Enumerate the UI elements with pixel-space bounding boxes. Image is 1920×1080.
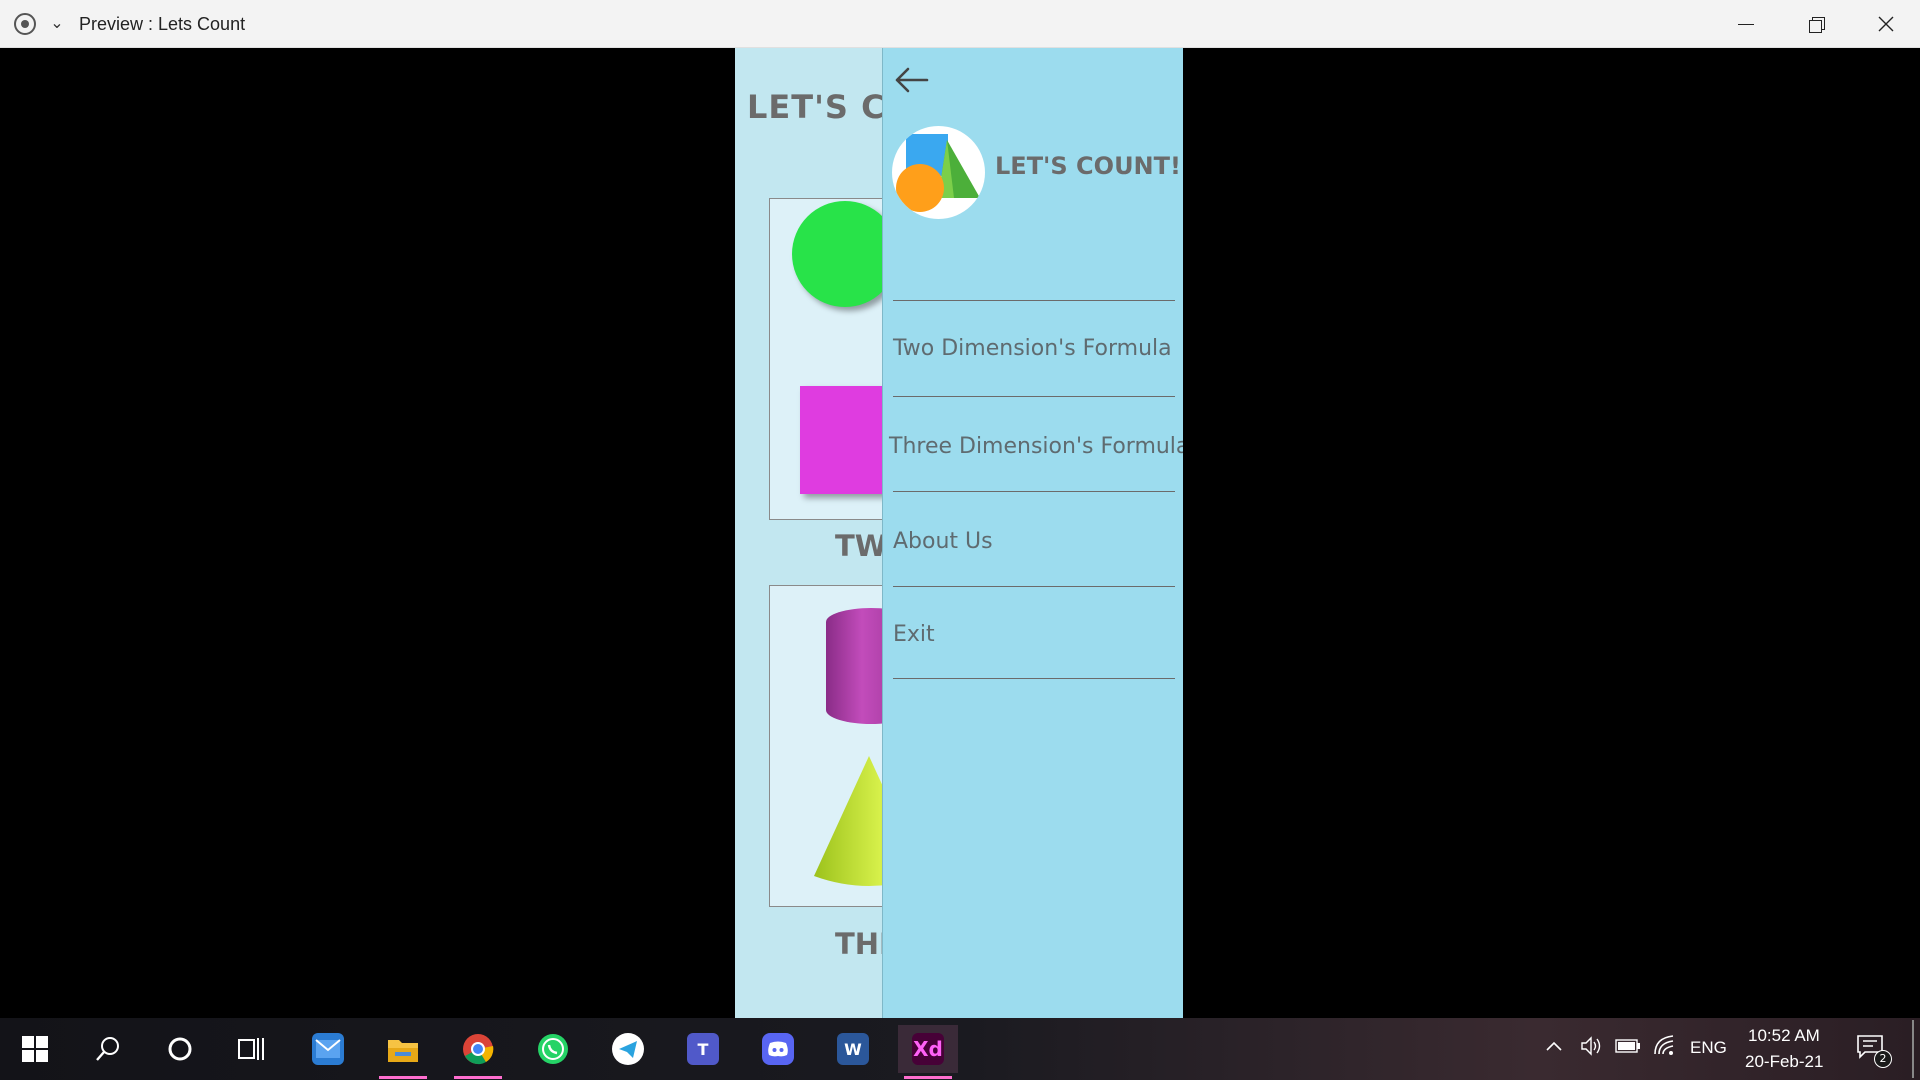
menu-item-exit[interactable]: Exit (893, 615, 935, 655)
chevron-down-icon[interactable]: ⌄ (48, 12, 66, 34)
volume-icon[interactable] (1580, 1036, 1602, 1056)
whatsapp-app[interactable] (523, 1025, 583, 1073)
telegram-app[interactable] (598, 1025, 658, 1073)
show-desktop-button[interactable] (1912, 1020, 1914, 1078)
clock-time[interactable]: 10:52 AM (1748, 1026, 1820, 1046)
chrome-icon (463, 1034, 494, 1065)
active-indicator (454, 1076, 502, 1079)
title-bar: ⌄ Preview : Lets Count (0, 0, 1920, 48)
search-button[interactable] (78, 1025, 138, 1073)
discord-icon (762, 1033, 794, 1065)
discord-app[interactable] (748, 1025, 808, 1073)
word-icon: W (837, 1033, 869, 1065)
close-icon (1878, 16, 1894, 32)
battery-icon[interactable] (1615, 1039, 1641, 1053)
divider (893, 396, 1175, 397)
chrome-app[interactable] (448, 1025, 508, 1079)
teams-app[interactable]: T (673, 1025, 733, 1073)
adobe-xd-icon: Xd (912, 1033, 944, 1065)
clock-date[interactable]: 20-Feb-21 (1745, 1052, 1823, 1072)
task-view-icon (238, 1038, 264, 1060)
divider (893, 586, 1175, 587)
start-button[interactable] (5, 1025, 65, 1073)
menu-item-three-dimension-formula[interactable]: Three Dimension's Formula (889, 427, 1183, 467)
teams-icon: T (687, 1033, 719, 1065)
wifi-icon[interactable] (1653, 1034, 1677, 1056)
app-logo (892, 126, 985, 219)
adobe-xd-app[interactable]: Xd (898, 1025, 958, 1079)
divider (893, 678, 1175, 679)
record-icon[interactable] (14, 13, 36, 35)
active-indicator (904, 1076, 952, 1079)
divider (893, 300, 1175, 301)
mail-app[interactable] (298, 1025, 358, 1073)
task-view-button[interactable] (222, 1025, 282, 1073)
chevron-up-icon[interactable] (1545, 1040, 1563, 1052)
cortana-button[interactable] (150, 1025, 210, 1073)
window-title: Preview : Lets Count (79, 14, 246, 34)
telegram-icon (612, 1033, 644, 1065)
menu-item-about-us[interactable]: About Us (893, 522, 993, 562)
cortana-icon (168, 1037, 192, 1061)
notification-count-badge: 2 (1874, 1050, 1892, 1068)
close-button[interactable] (1852, 0, 1920, 48)
menu-item-two-dimension-formula[interactable]: Two Dimension's Formula (893, 329, 1172, 369)
shapes-logo-icon (896, 134, 980, 212)
navigation-drawer: LET'S COUNT! Two Dimension's Formula Thr… (882, 48, 1183, 1018)
arrow-left-icon[interactable] (893, 64, 931, 96)
file-explorer-icon (387, 1033, 419, 1065)
drawer-title: LET'S COUNT! (995, 152, 1181, 180)
maximize-icon (1809, 17, 1825, 33)
maximize-button[interactable] (1782, 0, 1850, 48)
search-icon (96, 1037, 119, 1061)
taskbar: T W Xd ENG 10:52 AM 20-Feb-21 (0, 1018, 1920, 1080)
file-explorer-app[interactable] (373, 1025, 433, 1079)
language-indicator[interactable]: ENG (1690, 1038, 1727, 1058)
whatsapp-icon (538, 1034, 568, 1064)
active-indicator (379, 1076, 427, 1079)
mail-icon (312, 1033, 344, 1065)
start-icon (22, 1036, 48, 1062)
divider (893, 491, 1175, 492)
word-app[interactable]: W (823, 1025, 883, 1073)
minimize-button[interactable] (1712, 0, 1780, 48)
